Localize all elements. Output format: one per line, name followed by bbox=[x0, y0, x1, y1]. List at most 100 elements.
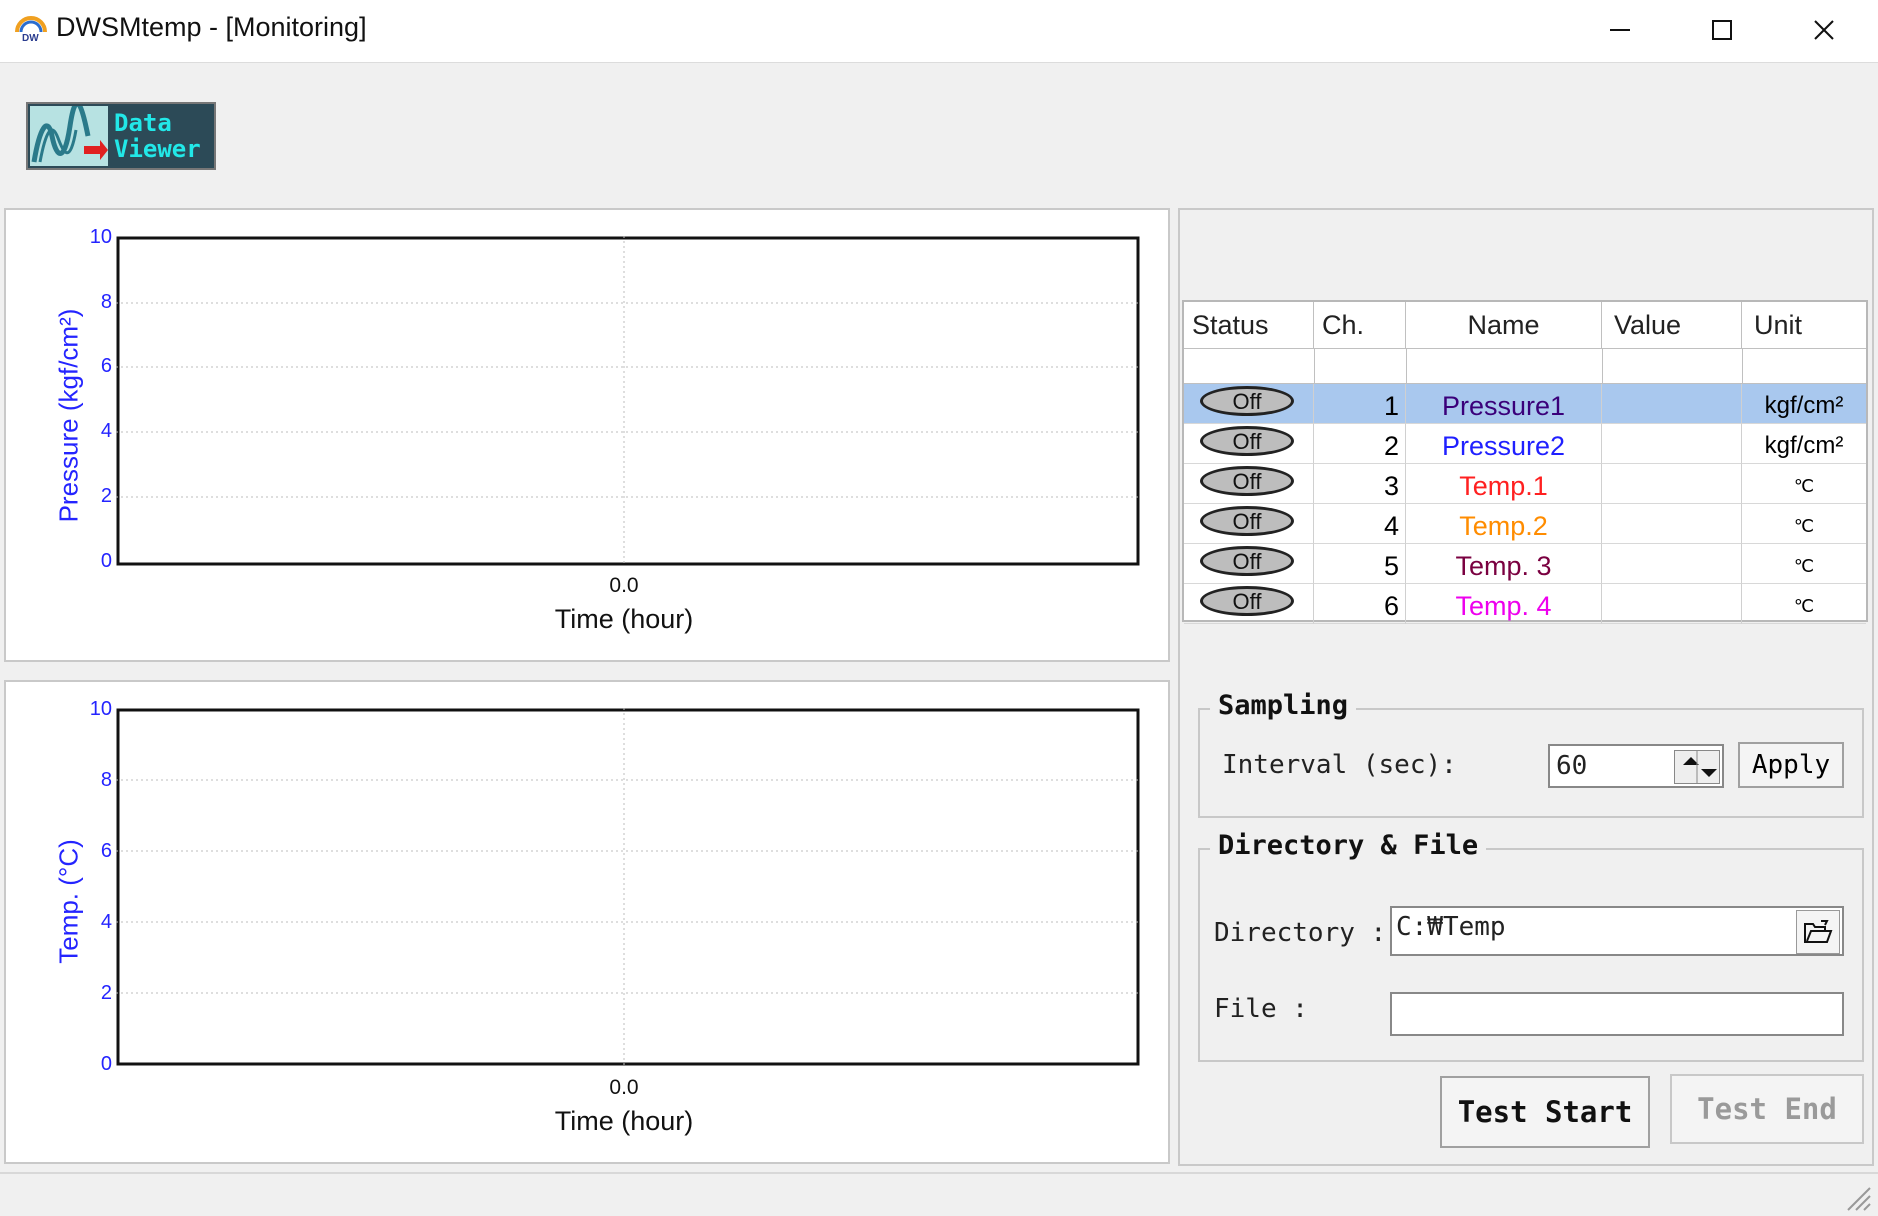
y-tick-label: 4 bbox=[100, 911, 112, 933]
test-start-button[interactable]: Test Start bbox=[1440, 1076, 1650, 1148]
status-cell: Off bbox=[1184, 504, 1314, 544]
filter-row bbox=[1184, 348, 1866, 384]
channel-cell: 2 bbox=[1314, 424, 1406, 464]
column-header-ch[interactable]: Ch. bbox=[1314, 302, 1406, 348]
status-cell: Off bbox=[1184, 544, 1314, 584]
unit-cell: ℃ bbox=[1742, 464, 1866, 504]
name-cell: Temp.1 bbox=[1406, 464, 1602, 504]
minimize-button[interactable] bbox=[1568, 0, 1672, 60]
interval-input[interactable]: 60 bbox=[1548, 744, 1724, 788]
apply-button[interactable]: Apply bbox=[1738, 742, 1844, 788]
y-tick-label: 0 bbox=[100, 550, 112, 572]
unit-cell: kgf/cm² bbox=[1742, 424, 1866, 464]
svg-text:DW: DW bbox=[22, 33, 39, 44]
resize-grip-icon[interactable] bbox=[1842, 1182, 1872, 1212]
interval-spinner[interactable] bbox=[1674, 750, 1720, 784]
channel-table: Status Ch. Name Value Unit Off 1 Pressure1… bbox=[1182, 300, 1868, 624]
unit-cell: kgf/cm² bbox=[1742, 384, 1866, 424]
channel-cell: 6 bbox=[1314, 584, 1406, 624]
value-cell bbox=[1602, 544, 1742, 584]
close-button[interactable] bbox=[1772, 0, 1876, 60]
interval-label: Interval (sec): bbox=[1222, 750, 1457, 780]
channel-cell: 1 bbox=[1314, 384, 1406, 424]
name-cell: Temp. 4 bbox=[1406, 584, 1602, 624]
column-header-name[interactable]: Name bbox=[1406, 302, 1602, 348]
maximize-icon bbox=[1712, 20, 1732, 40]
interval-value: 60 bbox=[1556, 751, 1588, 781]
x-tick-label: 0.0 bbox=[609, 1076, 639, 1099]
table-row[interactable]: Off 1 Pressure1 kgf/cm² bbox=[1184, 384, 1866, 424]
table-row[interactable]: Off 4 Temp.2 ℃ bbox=[1184, 504, 1866, 544]
table-row[interactable]: Off 3 Temp.1 ℃ bbox=[1184, 464, 1866, 504]
column-header-unit[interactable]: Unit bbox=[1742, 302, 1866, 348]
logo-text: Data Viewer bbox=[114, 109, 201, 163]
unit-cell: ℃ bbox=[1742, 584, 1866, 624]
pressure-y-axis-label: Pressure (kgf/cm²) bbox=[53, 308, 84, 523]
status-toggle[interactable]: Off bbox=[1200, 426, 1294, 456]
window-title: DWSMtemp - [Monitoring] bbox=[56, 12, 367, 42]
sampling-legend: Sampling bbox=[1210, 690, 1357, 721]
status-toggle[interactable]: Off bbox=[1200, 586, 1294, 616]
status-cell: Off bbox=[1184, 384, 1314, 424]
name-cell: Temp. 3 bbox=[1406, 544, 1602, 584]
table-row[interactable]: Off 6 Temp. 4 ℃ bbox=[1184, 584, 1866, 624]
status-toggle[interactable]: Off bbox=[1200, 506, 1294, 536]
column-header-status[interactable]: Status bbox=[1184, 302, 1314, 348]
status-toggle[interactable]: Off bbox=[1200, 466, 1294, 496]
y-tick-label: 4 bbox=[100, 420, 112, 442]
status-cell: Off bbox=[1184, 584, 1314, 624]
browse-folder-button[interactable] bbox=[1796, 910, 1840, 954]
status-cell: Off bbox=[1184, 424, 1314, 464]
y-tick-label: 2 bbox=[100, 485, 112, 507]
temp-chart-panel: Temp. (°C) 10 8 6 4 2 0 0.0 Time (hour) bbox=[4, 680, 1170, 1164]
column-header-value[interactable]: Value bbox=[1602, 302, 1742, 348]
maximize-button[interactable] bbox=[1670, 0, 1774, 60]
y-tick-label: 0 bbox=[100, 1053, 112, 1075]
y-tick-label: 2 bbox=[100, 982, 112, 1004]
value-cell bbox=[1602, 384, 1742, 424]
directory-file-legend: Directory & File bbox=[1210, 830, 1487, 861]
channel-cell: 4 bbox=[1314, 504, 1406, 544]
pressure-plot-area bbox=[116, 236, 1140, 566]
close-icon bbox=[1814, 20, 1834, 40]
y-tick-label: 6 bbox=[100, 355, 112, 377]
file-label: File : bbox=[1214, 994, 1308, 1024]
folder-open-icon bbox=[1804, 920, 1833, 943]
file-input[interactable] bbox=[1390, 992, 1844, 1036]
pressure-chart-panel: Pressure (kgf/cm²) 10 8 6 4 2 0 0.0 Time… bbox=[4, 208, 1170, 662]
channel-cell: 3 bbox=[1314, 464, 1406, 504]
y-tick-label: 10 bbox=[89, 226, 112, 248]
y-tick-label: 10 bbox=[89, 698, 112, 720]
name-cell: Temp.2 bbox=[1406, 504, 1602, 544]
unit-cell: ℃ bbox=[1742, 544, 1866, 584]
unit-cell: ℃ bbox=[1742, 504, 1866, 544]
value-cell bbox=[1602, 424, 1742, 464]
table-row[interactable]: Off 5 Temp. 3 ℃ bbox=[1184, 544, 1866, 584]
pressure-x-axis-label: Time (hour) bbox=[554, 604, 694, 634]
temp-x-axis-label: Time (hour) bbox=[554, 1106, 694, 1136]
x-tick-label: 0.0 bbox=[609, 574, 639, 597]
channel-cell: 5 bbox=[1314, 544, 1406, 584]
table-row[interactable]: Off 2 Pressure2 kgf/cm² bbox=[1184, 424, 1866, 464]
app-icon: DW bbox=[14, 14, 48, 44]
y-tick-label: 6 bbox=[100, 840, 112, 862]
minimize-icon bbox=[1610, 29, 1630, 31]
value-cell bbox=[1602, 584, 1742, 624]
directory-label: Directory : bbox=[1214, 918, 1387, 948]
y-tick-label: 8 bbox=[100, 769, 112, 791]
title-bar: DW DWSMtemp - [Monitoring] bbox=[0, 0, 1878, 63]
y-tick-label: 8 bbox=[100, 291, 112, 313]
spin-arrows-icon bbox=[1683, 751, 1717, 783]
name-cell: Pressure2 bbox=[1406, 424, 1602, 464]
status-toggle[interactable]: Off bbox=[1200, 546, 1294, 576]
name-cell: Pressure1 bbox=[1406, 384, 1602, 424]
directory-input[interactable]: C:₩Temp bbox=[1390, 906, 1844, 956]
status-toggle[interactable]: Off bbox=[1200, 386, 1294, 416]
value-cell bbox=[1602, 504, 1742, 544]
status-bar bbox=[0, 1172, 1878, 1216]
data-viewer-logo[interactable]: Data Viewer bbox=[26, 101, 216, 170]
value-cell bbox=[1602, 464, 1742, 504]
test-end-button[interactable]: Test End bbox=[1670, 1074, 1864, 1144]
temp-plot-area bbox=[116, 708, 1140, 1068]
directory-value: C:₩Temp bbox=[1396, 912, 1506, 942]
